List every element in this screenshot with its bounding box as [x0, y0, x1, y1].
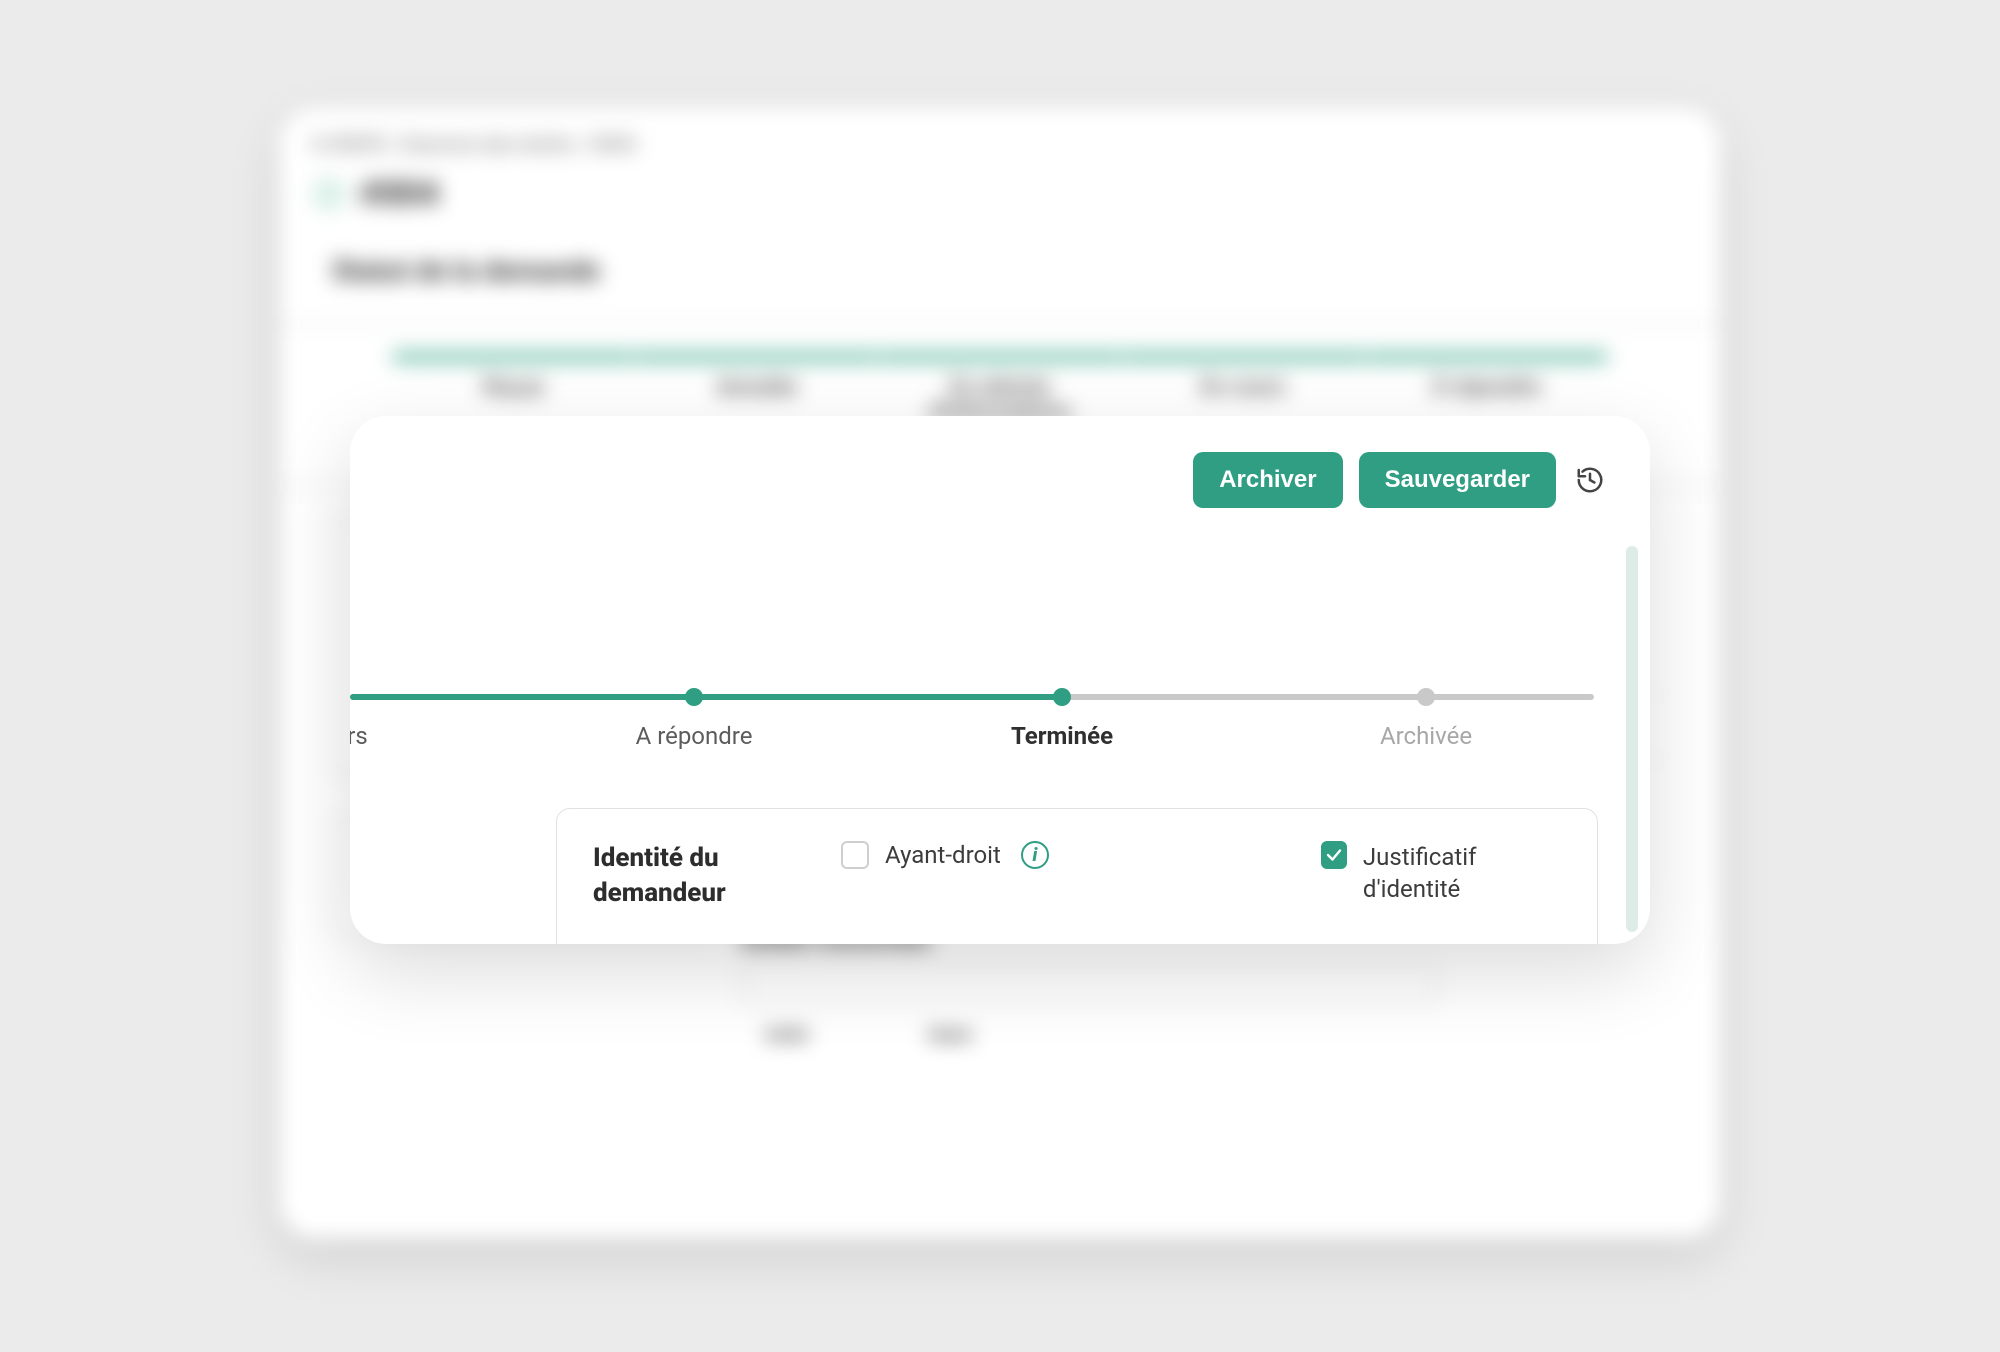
ayant-droit-checkbox[interactable] — [841, 841, 869, 869]
section-title: Statut de la demande — [332, 254, 1688, 287]
identity-title: Identité du demandeur — [593, 841, 783, 911]
step-label-terminee: Terminée — [1011, 722, 1113, 750]
ayant-droit-field: Ayant-droit i — [841, 841, 1049, 869]
step-node-archivee[interactable] — [1417, 688, 1435, 706]
step-node-terminee[interactable] — [1053, 688, 1071, 706]
ayant-droit-label: Ayant-droit — [885, 841, 1001, 869]
request-detail-panel: Archiver Sauvegarder urs A répondre Term… — [350, 416, 1650, 944]
save-button[interactable]: Sauvegarder — [1359, 452, 1556, 508]
panel-action-bar: Archiver Sauvegarder — [1193, 452, 1608, 508]
step-label-a-repondre: A répondre — [636, 722, 753, 750]
step-node-a-repondre[interactable] — [685, 688, 703, 706]
breadcrumb: G-RGPD / Exercice des droits / #004 — [312, 132, 1688, 156]
request-type-icon — [312, 177, 346, 211]
history-icon[interactable] — [1572, 462, 1608, 498]
step-label-archivee: Archivée — [1380, 722, 1472, 750]
info-icon[interactable]: i — [1021, 841, 1049, 869]
justificatif-checkbox[interactable] — [1321, 841, 1347, 869]
scrollbar-gutter — [1626, 546, 1638, 932]
identity-card: Identité du demandeur Ayant-droit i Just… — [556, 808, 1598, 944]
bg-stepper: Reçue Annulée En attente d'informations … — [312, 353, 1688, 425]
archive-button[interactable]: Archiver — [1193, 452, 1342, 508]
justificatif-field: Justificatif d'identité — [1321, 841, 1561, 906]
justificatif-label: Justificatif d'identité — [1363, 841, 1561, 906]
status-stepper: A répondre Terminée Archivée — [350, 676, 1594, 786]
page-title: #004 — [360, 174, 439, 214]
